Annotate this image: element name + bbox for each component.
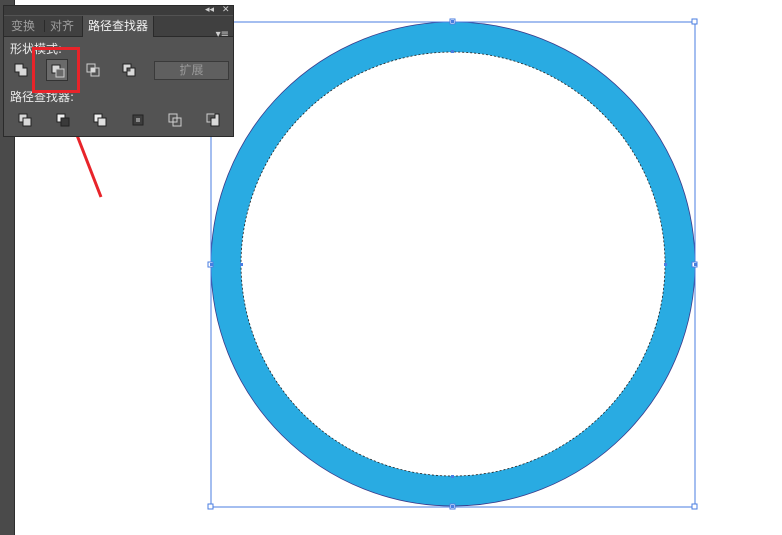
tab-pathfinder[interactable]: 路径查找器 (82, 16, 155, 37)
trim-icon (56, 113, 70, 127)
ring-shape[interactable] (211, 22, 695, 506)
panel-menu-icon[interactable]: ▾≡ (216, 29, 229, 40)
handle-bottom-left (207, 503, 214, 510)
merge-button[interactable] (89, 109, 111, 131)
panel-tabs: 变换 对齐 路径查找器 ▾≡ (4, 16, 233, 40)
expand-button[interactable]: 扩展 (154, 61, 229, 80)
divide-icon (18, 113, 32, 127)
annotation-highlight-box (32, 47, 80, 93)
merge-icon (93, 113, 107, 127)
minus-back-button[interactable] (202, 109, 224, 131)
unite-button[interactable] (10, 59, 32, 81)
outline-icon (168, 113, 182, 127)
intersect-button[interactable] (82, 59, 104, 81)
panel-titlebar[interactable]: ◂◂ ✕ (4, 4, 233, 16)
tab-transform[interactable]: 变换 (6, 16, 40, 36)
inner-path-outline (240, 51, 666, 477)
tab-align[interactable]: 对齐 (45, 16, 79, 36)
minus-back-icon (206, 113, 220, 127)
close-panel-icon[interactable]: ✕ (222, 4, 230, 16)
unite-icon (14, 63, 28, 77)
outline-button[interactable] (164, 109, 186, 131)
collapse-panel-icon[interactable]: ◂◂ (205, 4, 214, 16)
crop-icon (132, 114, 144, 126)
crop-button[interactable] (127, 109, 149, 131)
trim-button[interactable] (52, 109, 74, 131)
divide-button[interactable] (14, 109, 36, 131)
intersect-icon (86, 63, 100, 77)
handle-bottom-right (691, 503, 698, 510)
exclude-icon (122, 63, 136, 77)
handle-top-right (691, 18, 698, 25)
exclude-button[interactable] (118, 59, 140, 81)
